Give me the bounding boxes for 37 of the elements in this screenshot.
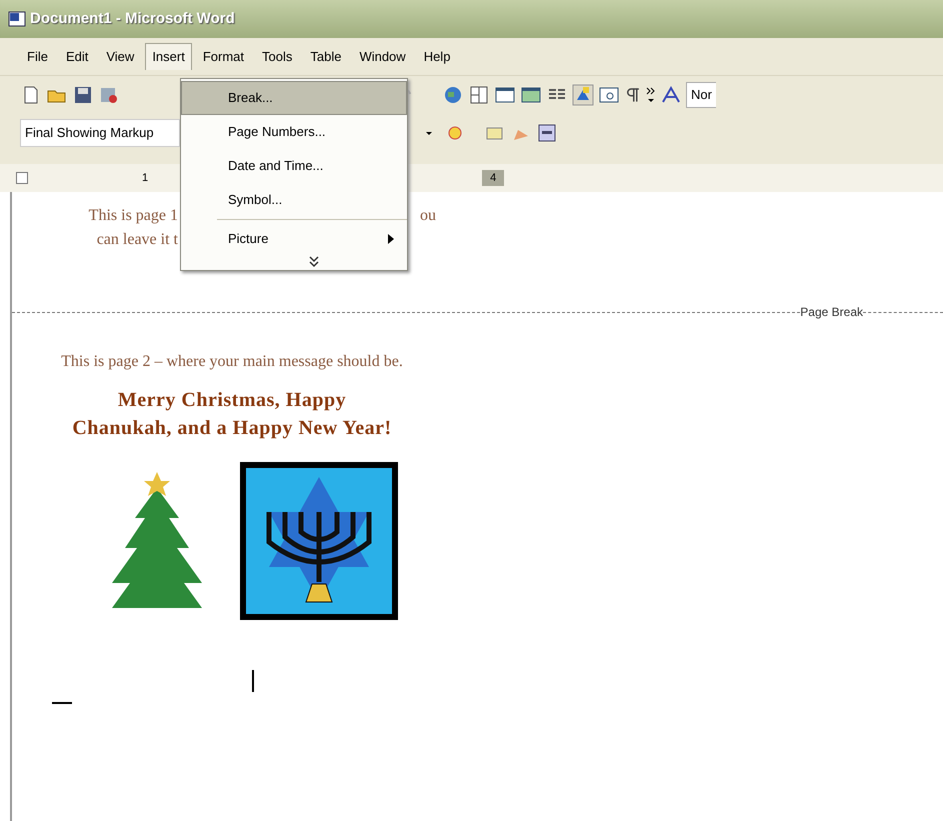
page-text: can leave it t <box>96 230 178 250</box>
globe-icon[interactable] <box>442 84 464 106</box>
table-edit-icon[interactable] <box>468 84 490 106</box>
page-break-label: Page Break <box>800 304 863 321</box>
menu-option[interactable]: Date and Time... <box>181 149 407 183</box>
tab-stop-icon[interactable] <box>16 172 28 184</box>
pilcrow-icon[interactable] <box>624 86 642 104</box>
menu-item[interactable]: Window <box>352 42 413 70</box>
greeting-heading: Merry Christmas, Happy Chanukah, and a Happy New Year! <box>71 388 393 441</box>
menu-item[interactable]: View <box>99 42 142 70</box>
ruler-number: 1 <box>142 170 148 186</box>
menu-item[interactable]: Edit <box>58 42 96 70</box>
save-icon[interactable] <box>72 84 94 106</box>
menu-item[interactable]: Tools <box>255 42 300 70</box>
text-cursor <box>252 670 254 692</box>
menu-option[interactable]: Page Numbers... <box>181 115 407 149</box>
menu-option[interactable]: Picture <box>181 222 407 256</box>
ruler-number: 4 <box>482 170 504 186</box>
page-text: This is page 1 <box>88 206 178 226</box>
menu-item[interactable]: Format <box>196 42 251 70</box>
menu-option[interactable]: Break... <box>181 81 407 115</box>
page-text: This is page 2 – where your main message should be. <box>60 352 404 372</box>
submenu-arrow-icon <box>388 234 394 244</box>
expand-menu-icon[interactable] <box>309 256 319 268</box>
menu-item[interactable]: Help <box>416 42 458 70</box>
display-mode-field[interactable]: Final Showing Markup <box>20 119 180 147</box>
text-cursor <box>52 702 72 704</box>
menu-item[interactable]: File <box>20 42 55 70</box>
drawing-icon[interactable] <box>572 84 594 106</box>
window-title: Document1 - Microsoft Word <box>30 8 235 29</box>
word-document-icon <box>8 11 26 27</box>
menu-option[interactable]: Symbol... <box>181 183 407 217</box>
menu-item[interactable]: Table <box>303 42 348 70</box>
style-field[interactable]: Nor <box>686 82 716 108</box>
page-text: ou <box>420 206 436 226</box>
panel-icon[interactable] <box>536 122 558 144</box>
menu-item[interactable]: Insert <box>145 43 192 70</box>
